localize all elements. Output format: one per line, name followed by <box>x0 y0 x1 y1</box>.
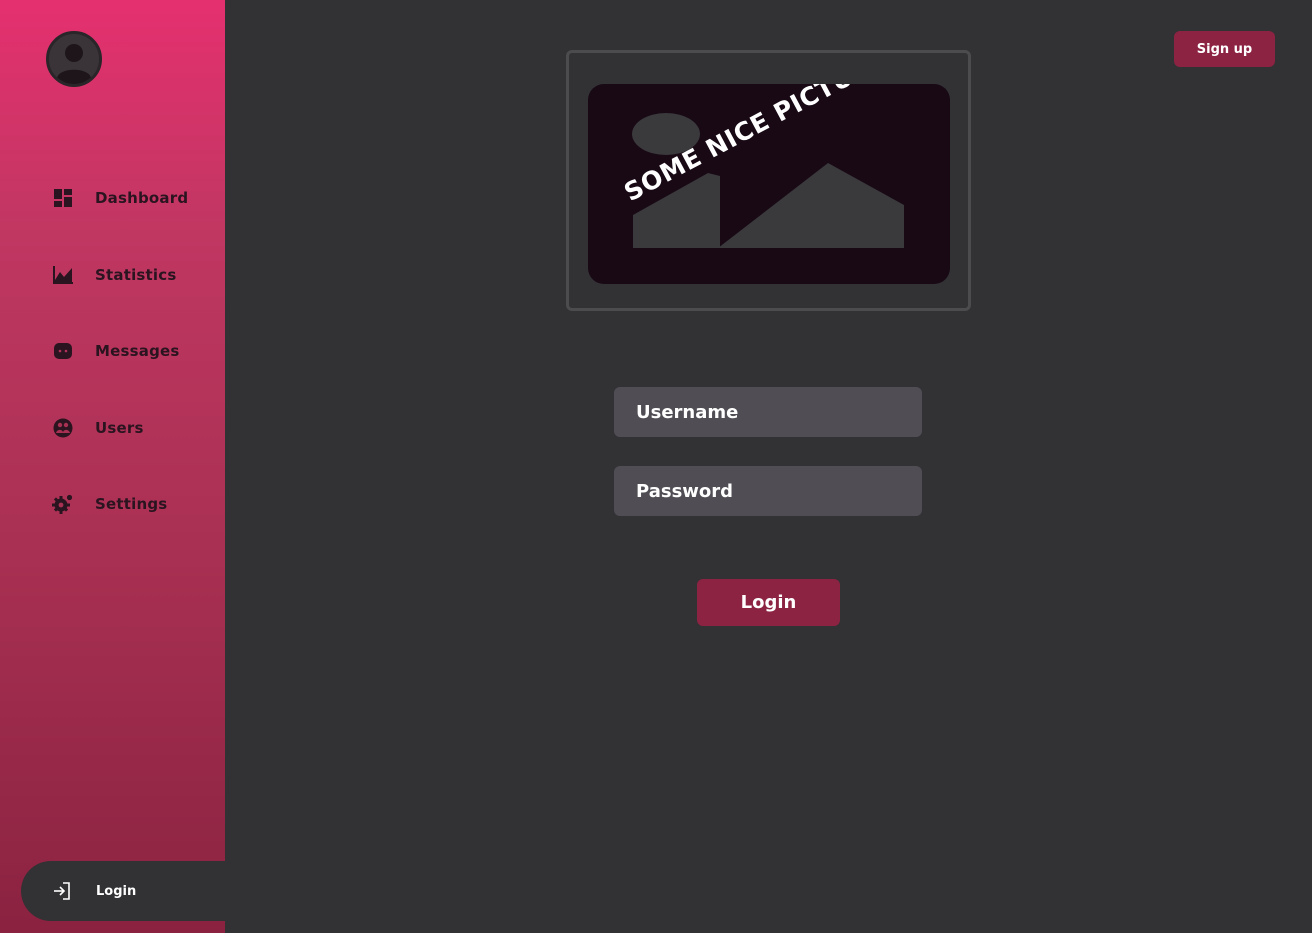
sidebar-login-label: Login <box>96 883 137 899</box>
sidebar: Dashboard Statistics Messages Users Sett… <box>0 0 225 933</box>
sidebar-item-dashboard[interactable]: Dashboard <box>52 186 188 210</box>
image-placeholder-icon: SOME NICE PICTURE <box>588 84 950 284</box>
sidebar-item-users[interactable]: Users <box>52 416 144 440</box>
username-input[interactable] <box>614 387 922 437</box>
password-input[interactable] <box>614 466 922 516</box>
sidebar-item-label: Users <box>95 419 144 437</box>
sidebar-item-label: Statistics <box>95 266 177 284</box>
login-icon <box>51 880 73 902</box>
user-avatar-icon[interactable] <box>46 31 102 87</box>
users-icon <box>52 417 74 439</box>
login-button[interactable]: Login <box>697 579 840 626</box>
sidebar-item-label: Messages <box>95 342 180 360</box>
settings-icon <box>52 493 74 515</box>
app-root: Dashboard Statistics Messages Users Sett… <box>0 0 1312 933</box>
dashboard-icon <box>52 187 74 209</box>
hero-picture-frame: SOME NICE PICTURE <box>566 50 971 311</box>
messages-icon <box>52 340 74 362</box>
statistics-icon <box>52 264 74 286</box>
sidebar-item-login[interactable]: Login <box>21 861 225 921</box>
sidebar-item-settings[interactable]: Settings <box>52 492 167 516</box>
sidebar-item-messages[interactable]: Messages <box>52 339 180 363</box>
signup-button[interactable]: Sign up <box>1174 31 1275 67</box>
sidebar-item-label: Settings <box>95 495 168 513</box>
sidebar-item-label: Dashboard <box>95 189 189 207</box>
sidebar-item-statistics[interactable]: Statistics <box>52 263 176 287</box>
